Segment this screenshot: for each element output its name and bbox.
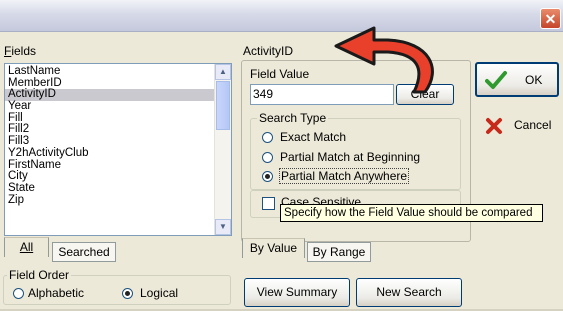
- fields-listbox[interactable]: LastName MemberID ActivityID Year Fill Fill2 F…: [4, 63, 232, 236]
- tab-searched-label: Searched: [58, 245, 110, 259]
- field-list-item[interactable]: Zip: [5, 194, 216, 207]
- curved-arrow-icon: [334, 26, 434, 94]
- scroll-thumb[interactable]: [216, 81, 230, 130]
- case-sensitive-checkbox[interactable]: [262, 197, 275, 210]
- alphabetic-radio[interactable]: [13, 288, 24, 299]
- view-summary-button[interactable]: View Summary: [244, 278, 350, 307]
- tab-by-value-label: By Value: [249, 241, 298, 255]
- field-order-title: Field Order: [7, 268, 72, 282]
- field-value-label: Field Value: [250, 67, 310, 81]
- title-bar: ✕: [0, 0, 563, 32]
- chevron-up-icon: ▲: [219, 67, 227, 76]
- field-list-item[interactable]: LastName: [5, 65, 216, 78]
- cancel-label: Cancel: [514, 118, 552, 132]
- field-list-item[interactable]: Fill: [5, 112, 216, 125]
- fields-list: LastName MemberID ActivityID Year Fill Fill2 F…: [5, 65, 216, 207]
- fields-label: Fields: [4, 44, 37, 58]
- new-search-button[interactable]: New Search: [356, 278, 462, 307]
- partial-beginning-label[interactable]: Partial Match at Beginning: [280, 150, 420, 164]
- chevron-down-icon: ▼: [219, 222, 227, 231]
- tooltip: Specify how the Field Value should be co…: [280, 204, 543, 222]
- checkmark-icon: [485, 71, 507, 89]
- close-button[interactable]: ✕: [540, 8, 561, 29]
- tab-searched[interactable]: Searched: [52, 242, 116, 262]
- tab-by-range-label: By Range: [312, 245, 366, 259]
- close-icon: ✕: [544, 11, 557, 27]
- fields-label-text: ields: [11, 44, 37, 58]
- logical-radio[interactable]: [122, 288, 133, 299]
- scroll-up-button[interactable]: ▲: [215, 64, 231, 80]
- tab-all[interactable]: All: [4, 237, 49, 257]
- field-list-item[interactable]: State: [5, 182, 216, 195]
- new-search-label: New Search: [376, 285, 442, 299]
- tab-by-value[interactable]: By Value: [242, 238, 305, 258]
- cancel-button[interactable]: Cancel: [475, 108, 559, 143]
- ok-label: OK: [525, 73, 543, 87]
- tab-by-range[interactable]: By Range: [307, 242, 371, 262]
- scroll-down-button[interactable]: ▼: [215, 219, 231, 235]
- alphabetic-label[interactable]: Alphabetic: [28, 286, 84, 300]
- ok-button[interactable]: OK: [475, 62, 559, 97]
- fields-scrollbar[interactable]: ▲ ▼: [214, 64, 231, 235]
- tab-all-label: All: [19, 240, 34, 254]
- field-list-item[interactable]: Year: [5, 100, 216, 113]
- field-list-item[interactable]: FirstName: [5, 159, 216, 172]
- selected-field-name: ActivityID: [243, 44, 294, 58]
- search-type-title: Search Type: [257, 111, 329, 125]
- exact-match-label[interactable]: Exact Match: [280, 130, 346, 144]
- partial-beginning-radio[interactable]: [262, 152, 273, 163]
- field-list-item[interactable]: City: [5, 170, 216, 183]
- partial-anywhere-label[interactable]: Partial Match Anywhere: [279, 168, 410, 184]
- x-icon: [486, 118, 502, 134]
- exact-match-radio[interactable]: [262, 132, 273, 143]
- view-summary-label: View Summary: [256, 285, 338, 299]
- field-list-item[interactable]: Y2hActivityClub: [5, 147, 216, 160]
- partial-anywhere-radio[interactable]: [262, 171, 273, 182]
- field-list-item[interactable]: Fill2: [5, 124, 216, 136]
- logical-label[interactable]: Logical: [140, 286, 178, 300]
- field-list-item[interactable]: ActivityID: [5, 89, 216, 102]
